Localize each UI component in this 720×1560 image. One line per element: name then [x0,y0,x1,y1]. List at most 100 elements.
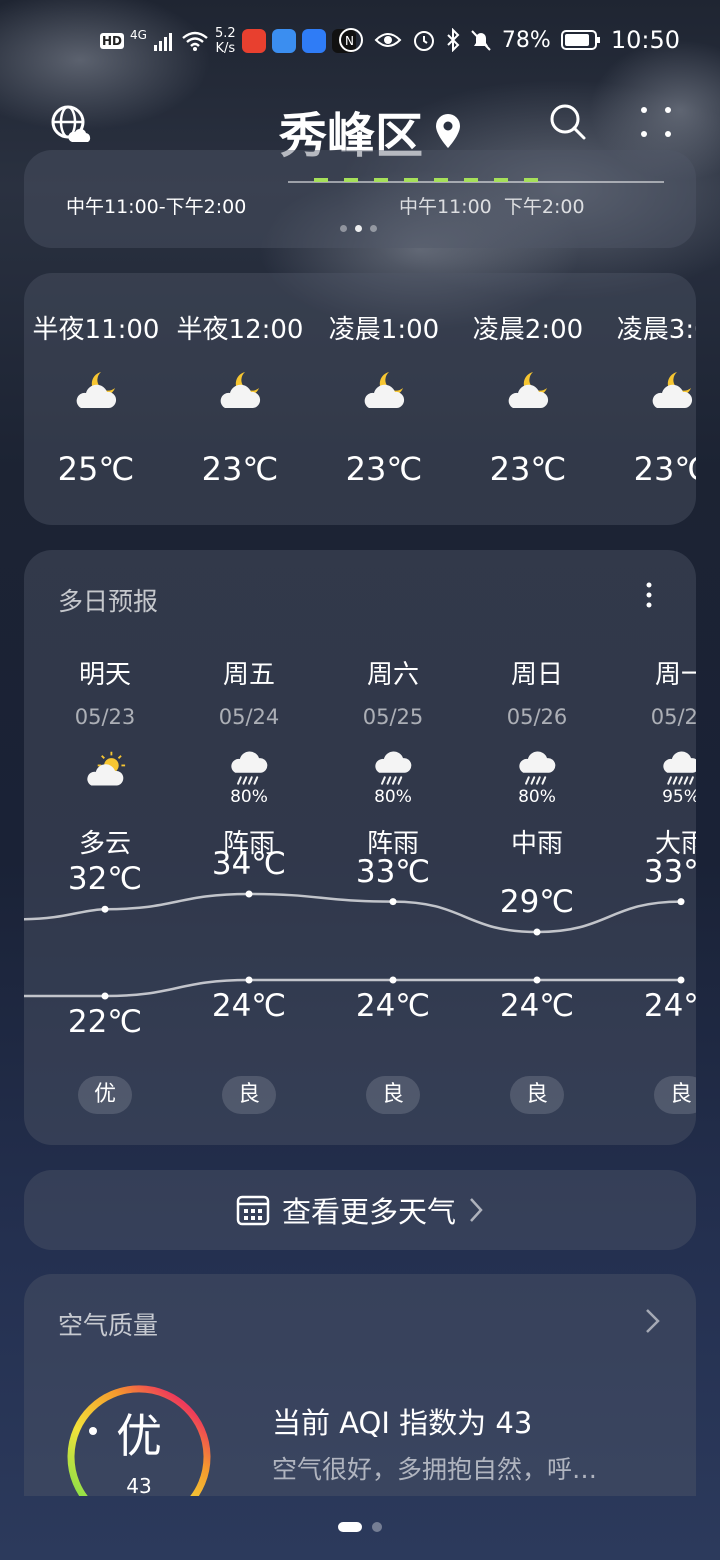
nfc-icon: N [338,28,363,52]
aqi-description: 空气很好，多拥抱自然，呼… [272,1455,598,1484]
taobao-app-icon [241,29,266,53]
precip-chance: 80% [230,787,268,807]
high-temp-point [677,898,685,906]
aqi-badge: 良 [366,1076,420,1114]
hour-time: 半夜11:00 [32,315,160,345]
forecast-day: 周六 05/25 80% 阵雨 [321,654,465,860]
more-weather-button[interactable]: 查看更多天气 [24,1170,696,1250]
timeline-labels: 中午11:00 下午2:00 [399,192,585,219]
high-temp-label: 33℃ [355,853,431,890]
hour-temp: 23℃ [345,450,423,488]
day-date: 05/27 [650,705,696,729]
globe-cloud-icon[interactable] [50,104,92,146]
timeline-marker [524,178,538,182]
low-temp-label: 24℃ [643,988,696,1024]
low-temp-point [677,976,685,984]
air-quality-card[interactable]: 空气质量 优 43 当前 AQI 指数为 43 空气很好，多拥抱自然，呼… [24,1274,696,1496]
hour-time: 凌晨2:00 [472,315,584,345]
aqi-badge: 优 [78,1076,132,1114]
day-name: 周一 [654,660,696,690]
hour-temp: 23℃ [201,450,279,488]
day-condition: 多云 [78,829,131,859]
browser-app-icon [271,29,296,53]
aqi-badge: 良 [654,1076,696,1114]
forecast-day: 周一05/2795%大雨 [609,654,696,860]
hour-temp: 25℃ [57,450,135,488]
mute-bell-icon [471,30,491,51]
precipitation-alert-card[interactable]: 中午11:00-下午2:00 中午11:00 下午2:00 [24,150,696,248]
precip-chance: 80% [374,787,412,807]
page-indicator [0,1522,720,1532]
search-icon[interactable] [548,102,588,142]
chevron-right-icon [470,1198,483,1222]
low-temp-point [245,976,253,984]
day-name: 周日 [510,660,563,690]
alert-time-range: 中午11:00-下午2:00 [66,196,247,218]
timeline-marker [314,178,328,182]
chevron-right-icon[interactable] [642,1306,664,1336]
day-name: 明天 [78,660,131,690]
clock: 10:50 [610,26,680,54]
heavy-rain-cloud-icon [663,751,696,785]
bluetooth-icon [447,28,460,52]
moon-cloud-icon [76,372,117,408]
rain-cloud-icon [375,751,412,785]
air-quality-title: 空气质量 [58,1311,159,1340]
battery-icon [560,30,600,50]
card-page-indicator [340,225,377,232]
hour-temp: 23℃ [489,450,567,488]
speed-value: 5.2 [214,26,236,41]
day-date: 05/26 [506,705,568,729]
timeline-start-label: 中午11:00 [399,196,492,218]
low-temp-label: 24℃ [355,988,431,1024]
moon-cloud-icon [220,372,261,408]
aqi-badge: 良 [222,1076,276,1114]
hour-time: 半夜12:00 [176,315,304,345]
hourly-item: 半夜12:00 23℃ [168,309,312,488]
moon-cloud-icon [652,372,693,408]
hourly-item: 凌晨2:00 23℃ [456,309,600,488]
alarm-icon [413,31,434,51]
battery-percent: 78% [501,27,551,53]
high-temp-point [389,898,397,906]
more-icon[interactable] [636,102,676,142]
low-temp-point [389,976,397,984]
low-temp-label: 22℃ [67,1004,143,1040]
page-dot [370,225,377,232]
low-temp-label: 24℃ [499,988,575,1024]
high-temp-label: 34℃ [211,846,287,882]
status-bar: HD 4G 5.2 K/s N 78% 10:50 [0,26,720,62]
day-date: 05/25 [362,705,424,729]
low-temp-point [101,992,109,1000]
cellular-signal-icon: 4G [130,28,147,42]
hourly-forecast-card[interactable]: 半夜11:00 25℃ 半夜12:00 23℃ 凌晨1:00 23℃ 凌晨2:00 23℃ 凌晨… [24,273,696,525]
day-date: 05/23 [74,705,136,729]
hourly-item: 半夜11:00 25℃ [24,309,168,488]
baidu-app-icon [301,29,326,53]
more-weather-card[interactable]: 查看更多天气 [24,1170,696,1250]
precip-chance: 80% [518,787,556,807]
timeline-marker [344,178,358,182]
rain-cloud-icon [231,751,268,785]
forecast-day: 明天 05/23 多云 [33,654,177,860]
page-dot [340,225,347,232]
timeline-marker [464,178,478,182]
timeline-marker [374,178,388,182]
page-dot-active [355,225,362,232]
day-name: 周六 [366,660,419,690]
page-dot[interactable] [372,1522,382,1532]
page-dot-active[interactable] [338,1522,362,1532]
high-temp-point [245,890,253,898]
rain-cloud-icon [519,751,556,785]
svg-text:N: N [345,34,354,48]
calendar-icon [236,1195,270,1226]
high-temp-point [101,905,109,913]
high-temp-label: 32℃ [67,861,143,898]
high-temp-label: 33℃ [643,853,696,890]
signal-bars-icon [153,33,172,51]
moon-cloud-icon [364,372,405,408]
timeline-end-label: 下午2:00 [503,196,585,218]
forecast-day: 周日 05/26 80% 中雨 [465,654,609,860]
network-speed: 5.2 K/s [215,26,236,56]
multi-day-forecast-card[interactable]: 多日预报 明天 05/23 多云优周五 05/24 80% 阵雨良周六 05/25 80% 阵雨… [24,550,696,1145]
